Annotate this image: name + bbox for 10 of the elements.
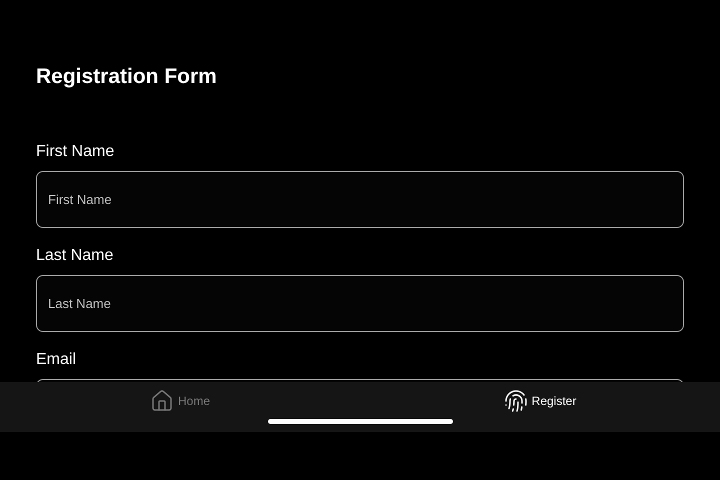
fingerprint-icon <box>504 389 528 413</box>
field-label: Email <box>36 350 76 370</box>
field-label: Last Name <box>36 246 114 266</box>
field-label: First Name <box>36 142 114 162</box>
input-field[interactable]: First Name <box>36 171 684 228</box>
tab[interactable]: Register <box>504 388 576 414</box>
input-field[interactable]: Last Name <box>36 275 684 332</box>
house-icon <box>150 389 174 413</box>
tab[interactable]: Home <box>150 388 210 414</box>
form-title: Registration Form <box>36 64 217 90</box>
